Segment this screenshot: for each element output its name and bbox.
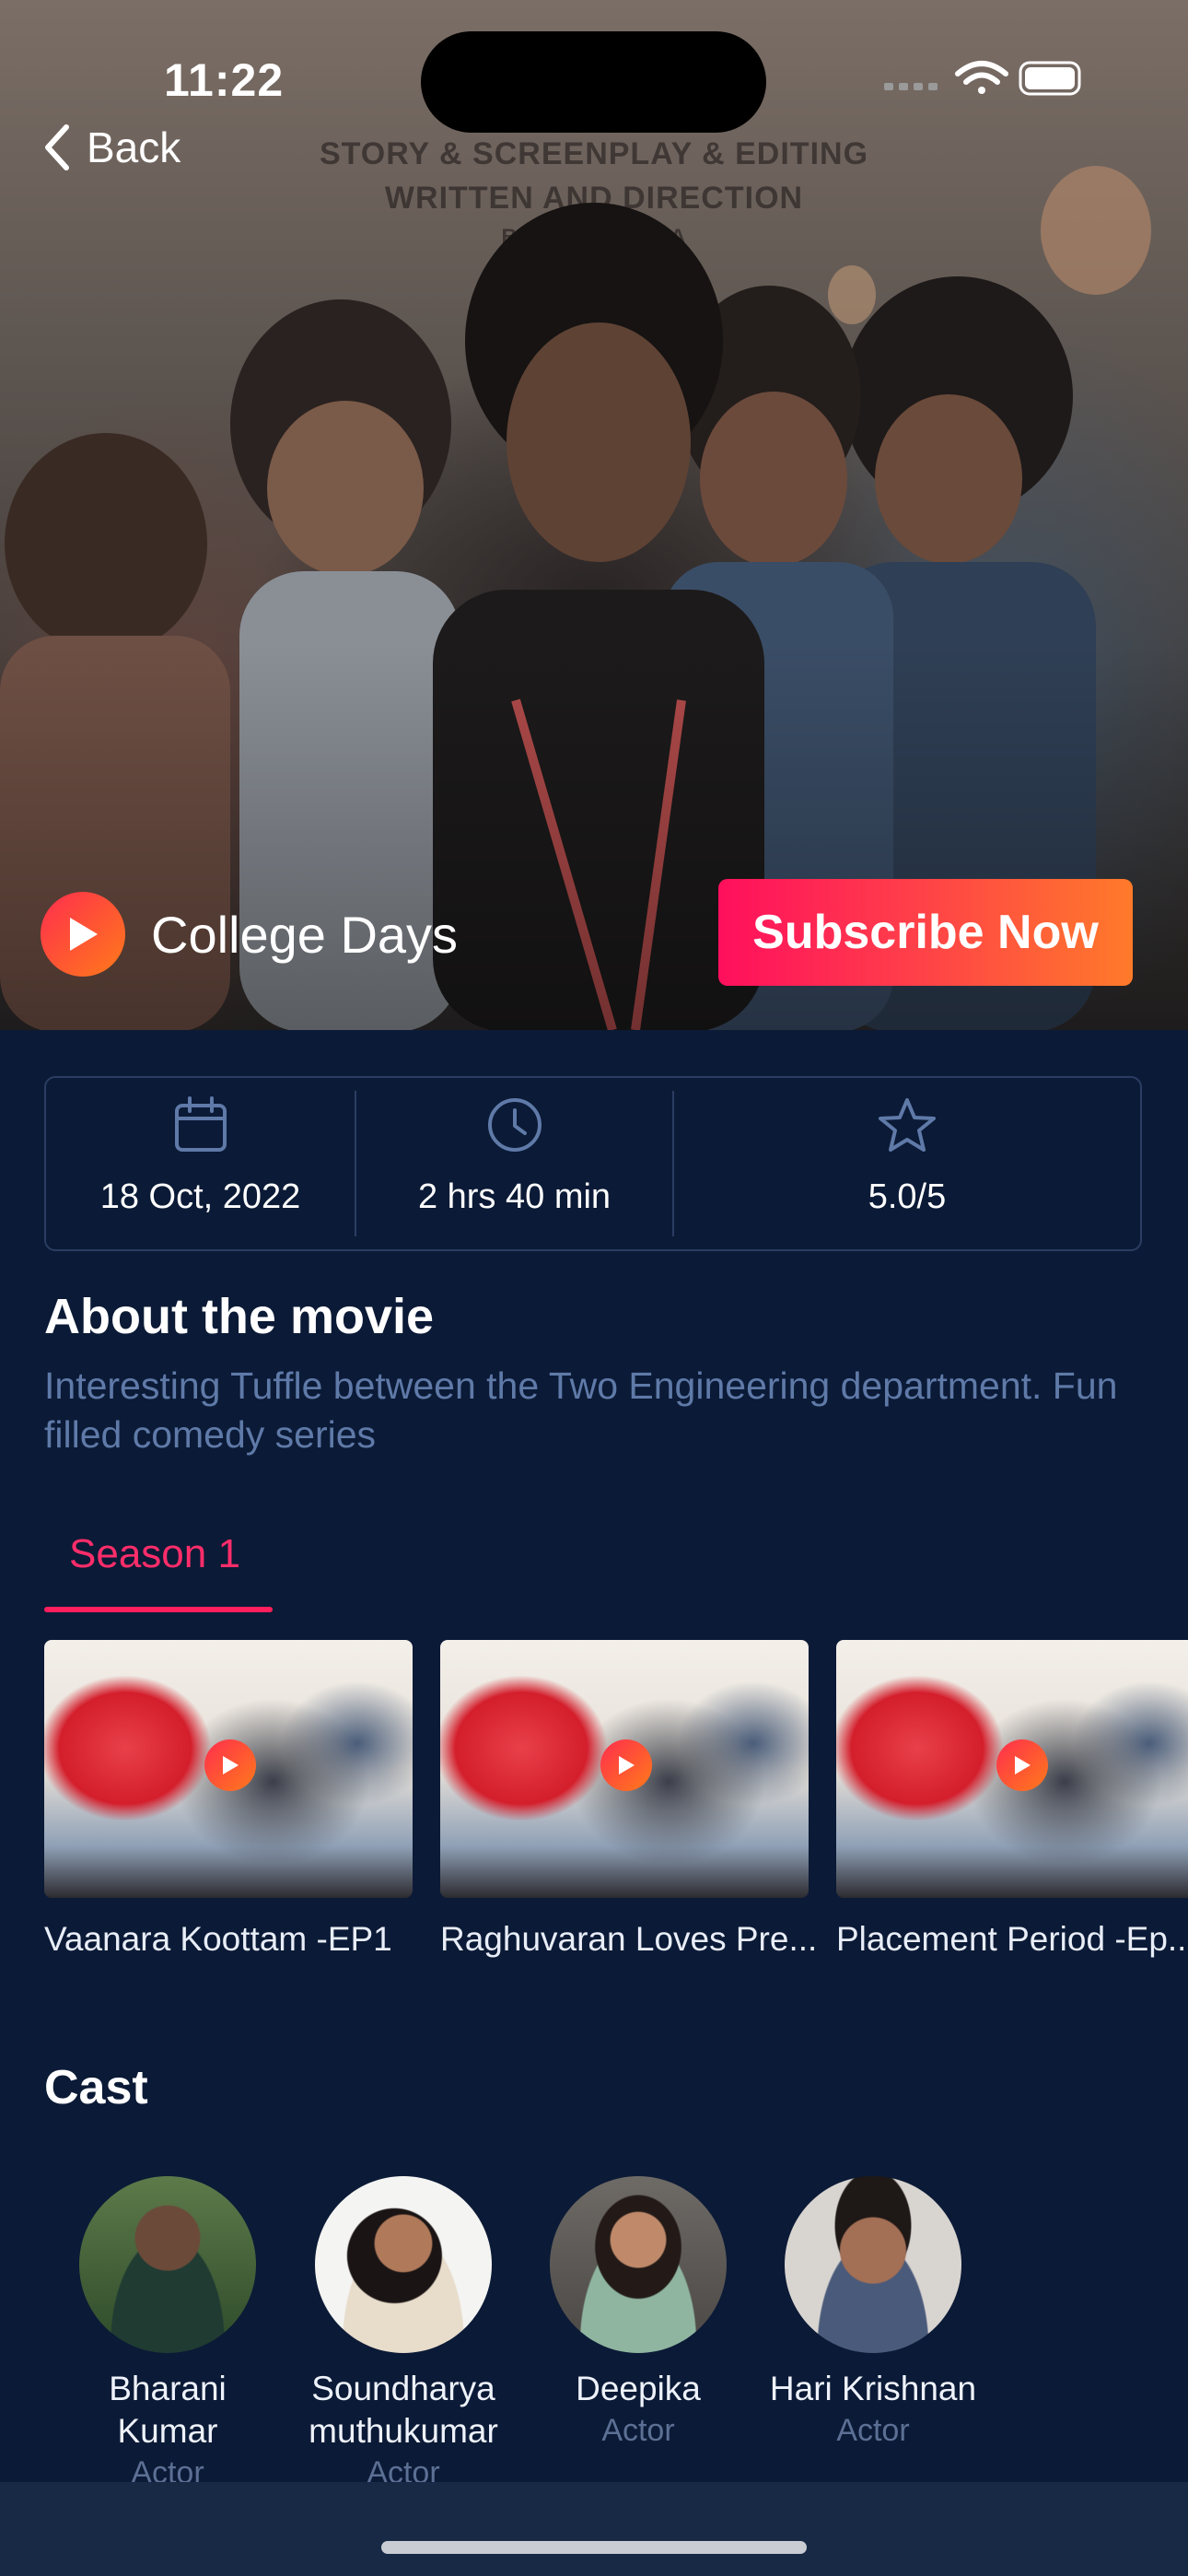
battery-icon	[1019, 61, 1081, 96]
duration-cell: 2 hrs 40 min	[356, 1078, 672, 1249]
episode-title: Raghuvaran Loves Pre...	[440, 1920, 818, 1958]
cast-member[interactable]: Bharani Kumar Actor	[57, 2176, 278, 2493]
release-date-cell: 18 Oct, 2022	[46, 1078, 355, 1249]
movie-info-box: 18 Oct, 2022 2 hrs 40 min 5.0/5	[44, 1076, 1142, 1251]
play-icon	[204, 1739, 256, 1791]
subscribe-now-button[interactable]: Subscribe Now	[718, 879, 1133, 986]
avatar	[315, 2176, 492, 2353]
episode-list[interactable]: Vaanara Koottam -EP1 Raghuvaran Loves Pr…	[44, 1640, 1188, 1972]
avatar	[550, 2176, 727, 2353]
cast-member[interactable]: Hari Krishnan Actor	[763, 2176, 984, 2451]
episode-thumbnail	[440, 1640, 809, 1898]
episode-card[interactable]: Raghuvaran Loves Pre...	[440, 1640, 818, 1959]
episode-thumbnail	[44, 1640, 413, 1898]
chevron-left-icon	[45, 124, 69, 170]
play-icon	[70, 918, 98, 951]
calendar-icon	[174, 1096, 227, 1152]
play-button[interactable]	[41, 892, 125, 977]
play-icon	[600, 1739, 652, 1791]
cast-name: Deepika	[576, 2370, 701, 2407]
dynamic-island	[421, 31, 766, 133]
status-icons	[884, 55, 1087, 106]
rating-cell: 5.0/5	[674, 1078, 1140, 1249]
tab-underline	[44, 1607, 273, 1612]
avatar	[79, 2176, 256, 2353]
movie-title: College Days	[151, 905, 459, 964]
tab-season-1[interactable]: Season 1	[44, 1526, 273, 1612]
signal-icon	[884, 83, 938, 90]
clock-icon	[487, 1098, 542, 1152]
cast-role: Actor	[836, 2413, 910, 2448]
release-date: 18 Oct, 2022	[99, 1177, 301, 1216]
status-time: 11:22	[164, 54, 285, 106]
cast-name: Bharani Kumar	[109, 2370, 227, 2450]
episode-thumbnail	[836, 1640, 1188, 1898]
play-icon	[996, 1739, 1048, 1791]
episode-title: Vaanara Koottam -EP1	[44, 1920, 392, 1958]
about-description: Interesting Tuffle between the Two Engin…	[44, 1364, 1118, 1456]
home-indicator[interactable]	[381, 2541, 807, 2554]
back-button[interactable]: Back	[41, 118, 181, 177]
episode-card[interactable]: Placement Period -Ep...	[836, 1640, 1188, 1959]
episode-title: Placement Period -Ep...	[836, 1920, 1188, 1958]
cast-name: Soundharya muthukumar	[309, 2370, 498, 2450]
cast-heading: Cast	[44, 2061, 148, 2114]
duration: 2 hrs 40 min	[417, 1177, 611, 1216]
back-label: Back	[87, 123, 181, 171]
poster-credit-line-2: WRITTEN AND DIRECTION	[384, 181, 804, 216]
cast-name: Hari Krishnan	[769, 2370, 977, 2407]
movie-title-row: College Days	[41, 892, 458, 977]
avatar	[785, 2176, 961, 2353]
episode-card[interactable]: Vaanara Koottam -EP1	[44, 1640, 413, 1959]
cast-role: Actor	[601, 2413, 675, 2448]
season-tab-label: Season 1	[69, 1531, 240, 1576]
bottom-bar	[0, 2482, 1188, 2576]
wifi-icon	[955, 61, 1008, 94]
cast-member[interactable]: Soundharya muthukumar Actor	[293, 2176, 514, 2493]
rating: 5.0/5	[868, 1177, 947, 1216]
star-icon	[879, 1098, 936, 1152]
about-heading: About the movie	[44, 1289, 435, 1344]
poster-credit-line-3: BHARANI KUMA	[501, 225, 687, 250]
cast-member[interactable]: Deepika Actor	[528, 2176, 749, 2451]
